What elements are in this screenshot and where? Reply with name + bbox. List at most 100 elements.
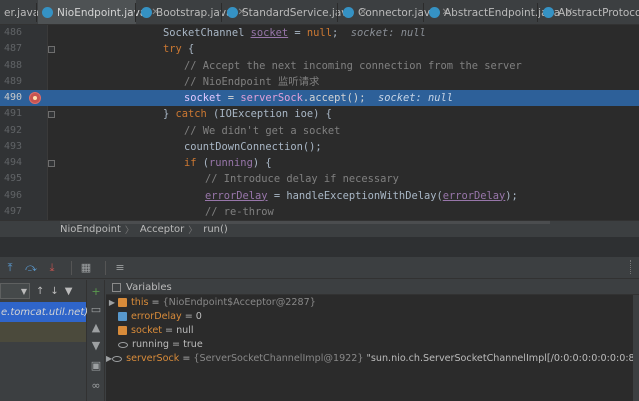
variable-name: this: [131, 296, 149, 308]
fold-marker-icon[interactable]: [48, 160, 55, 167]
variables-icon: [112, 282, 121, 292]
debug-toolbar: ⤒ ⤼ ⤓ ▦ ≡: [0, 257, 639, 279]
chevron-right-icon: 〉: [188, 225, 198, 236]
arrow-up-icon[interactable]: ↑: [36, 286, 44, 297]
primitive-field-icon: [118, 311, 127, 321]
force-step-into-icon[interactable]: ⤓: [44, 260, 60, 276]
duplicate-watch-icon[interactable]: ▣: [90, 360, 102, 372]
code-text: socket = serverSock.accept(); socket: nu…: [184, 92, 454, 104]
variable-name: socket: [131, 324, 163, 336]
stack-frame-label: e.tomcat.util.net): [1, 306, 89, 318]
line-number: 497: [3, 205, 22, 217]
java-class-icon: [429, 7, 440, 18]
line-number: 486: [3, 27, 22, 38]
breadcrumb-item-class[interactable]: NioEndpoint: [60, 224, 121, 235]
evaluate-expression-icon[interactable]: ▦: [78, 260, 94, 276]
editor-tab-bar: er.java ✕ NioEndpoint.java ✕ Bootstrap.j…: [0, 0, 639, 25]
variable-value: {ServerSocketChannelImpl@1922}: [193, 353, 364, 365]
tab-label: er.java: [4, 6, 40, 19]
tab-standardservice-java[interactable]: StandardService.java ✕: [223, 0, 367, 24]
variables-title: Variables: [126, 281, 172, 293]
variable-value: 0: [195, 310, 202, 322]
variable-name: running: [132, 339, 170, 351]
fold-marker-icon[interactable]: [48, 111, 55, 119]
step-over-icon[interactable]: ⤼: [23, 260, 39, 276]
tab-er-java[interactable]: er.java ✕: [0, 0, 53, 24]
code-line[interactable]: 493 countDownConnection();: [0, 139, 639, 155]
tab-abstractprotocol-java[interactable]: AbstractProtocol.java: [539, 0, 639, 24]
variable-row-serversock[interactable]: ▶ serverSock = {ServerSocketChannelImpl@…: [106, 352, 639, 366]
horizontal-scrollbar[interactable]: [60, 221, 550, 224]
code-comment: // We didn't get a socket: [184, 124, 341, 137]
breakpoint-icon[interactable]: [29, 92, 41, 104]
code-editor[interactable]: 486 SocketChannel socket = null; socket:…: [0, 25, 639, 220]
tab-connector-java[interactable]: Connector.java ✕: [339, 0, 450, 24]
vertical-scrollbar[interactable]: [633, 295, 639, 401]
variable-string-value: "sun.nio.ch.ServerSocketChannelImpl[/0:0…: [366, 353, 639, 365]
code-comment: // NioEndpoint 监听请求: [184, 75, 320, 88]
java-class-icon: [227, 7, 238, 18]
filter-icon[interactable]: ▼: [65, 286, 73, 297]
variables-panel: Variables ▶ this = {NioEndpoint$Acceptor…: [106, 280, 639, 401]
object-field-icon: [118, 297, 127, 307]
tab-bootstrap-java[interactable]: Bootstrap.java ✕: [137, 0, 246, 24]
watch-icon: [112, 355, 123, 362]
variable-value: {NioEndpoint$Acceptor@2287}: [162, 296, 316, 308]
thread-selector-dropdown[interactable]: ▼: [0, 283, 30, 299]
debug-tool-window: ⤒ ⤼ ⤓ ▦ ≡ ▼ ↑ ↓ ▼ e.tomcat.util.net) + ▭…: [0, 237, 639, 401]
line-number: 493: [3, 140, 22, 152]
code-line[interactable]: 486 SocketChannel socket = null; socket:…: [0, 25, 639, 41]
variable-row-errordelay[interactable]: errorDelay = 0: [106, 309, 639, 323]
breadcrumb-item-inner-class[interactable]: Acceptor: [140, 224, 184, 235]
code-text: SocketChannel socket = null; socket: nul…: [163, 27, 426, 39]
add-watch-icon[interactable]: +: [90, 286, 102, 298]
breadcrumb: NioEndpoint 〉 Acceptor 〉 run(): [0, 220, 639, 237]
code-line[interactable]: 494 if (running) {: [0, 155, 639, 171]
current-execution-line[interactable]: 490 socket = serverSock.accept(); socket…: [0, 90, 639, 107]
line-number: 488: [3, 59, 22, 71]
arrow-down-icon[interactable]: ↓: [50, 286, 58, 297]
code-line[interactable]: 488 // Accept the next incoming connecti…: [0, 58, 639, 74]
code-text: } catch (IOException ioe) {: [163, 108, 332, 121]
show-execution-point-icon[interactable]: ⤒: [2, 260, 18, 276]
fold-marker-icon[interactable]: [48, 46, 55, 54]
expand-arrow-icon[interactable]: ▶: [106, 298, 118, 307]
code-line[interactable]: 496 errorDelay = handleExceptionWithDela…: [0, 188, 639, 204]
resize-handle[interactable]: [630, 260, 633, 274]
code-line[interactable]: 491 } catch (IOException ioe) {: [0, 106, 639, 122]
variable-name: serverSock: [126, 353, 180, 365]
line-number: 489: [3, 75, 22, 87]
frames-header: ▼ ↑ ↓ ▼: [0, 280, 86, 302]
move-up-icon[interactable]: ▲: [90, 322, 102, 334]
remove-watch-icon[interactable]: ▭: [90, 304, 102, 316]
java-class-icon: [343, 7, 354, 18]
variables-side-toolbar: + ▭ ▲ ▼ ▣ ∞: [87, 280, 105, 401]
tab-nioendpoint-java[interactable]: NioEndpoint.java ✕: [38, 0, 160, 24]
code-line[interactable]: 495 // Introduce delay if necessary: [0, 171, 639, 187]
code-line[interactable]: 489 // NioEndpoint 监听请求: [0, 74, 639, 90]
tab-abstractendpoint-java[interactable]: AbstractEndpoint.java ✕: [425, 0, 574, 24]
watches-glasses-icon[interactable]: ∞: [90, 380, 102, 392]
object-field-icon: [118, 325, 127, 335]
variable-row-socket[interactable]: socket = null: [106, 323, 639, 337]
code-line[interactable]: 487 try {: [0, 41, 639, 57]
code-line[interactable]: 492 // We didn't get a socket: [0, 123, 639, 139]
variable-row-running[interactable]: running = true: [106, 338, 639, 352]
move-down-icon[interactable]: ▼: [90, 340, 102, 352]
line-number: 490: [3, 92, 22, 103]
inline-value-hint: socket: null: [377, 92, 454, 104]
line-number: 492: [3, 124, 22, 136]
java-class-icon: [543, 7, 554, 18]
java-class-icon: [141, 7, 152, 18]
stack-frame-item[interactable]: [0, 322, 86, 342]
breadcrumb-item-method[interactable]: run(): [203, 224, 228, 235]
trace-icon[interactable]: ≡: [112, 260, 128, 276]
stack-frame-item[interactable]: e.tomcat.util.net): [0, 302, 89, 322]
variable-value: null: [176, 324, 194, 336]
code-line[interactable]: 497 // re-throw: [0, 204, 639, 220]
java-class-icon: [42, 7, 53, 18]
line-number: 487: [3, 43, 22, 55]
code-text: countDownConnection();: [184, 140, 322, 153]
variable-row-this[interactable]: ▶ this = {NioEndpoint$Acceptor@2287}: [106, 295, 639, 309]
code-comment: // re-throw: [205, 205, 274, 218]
